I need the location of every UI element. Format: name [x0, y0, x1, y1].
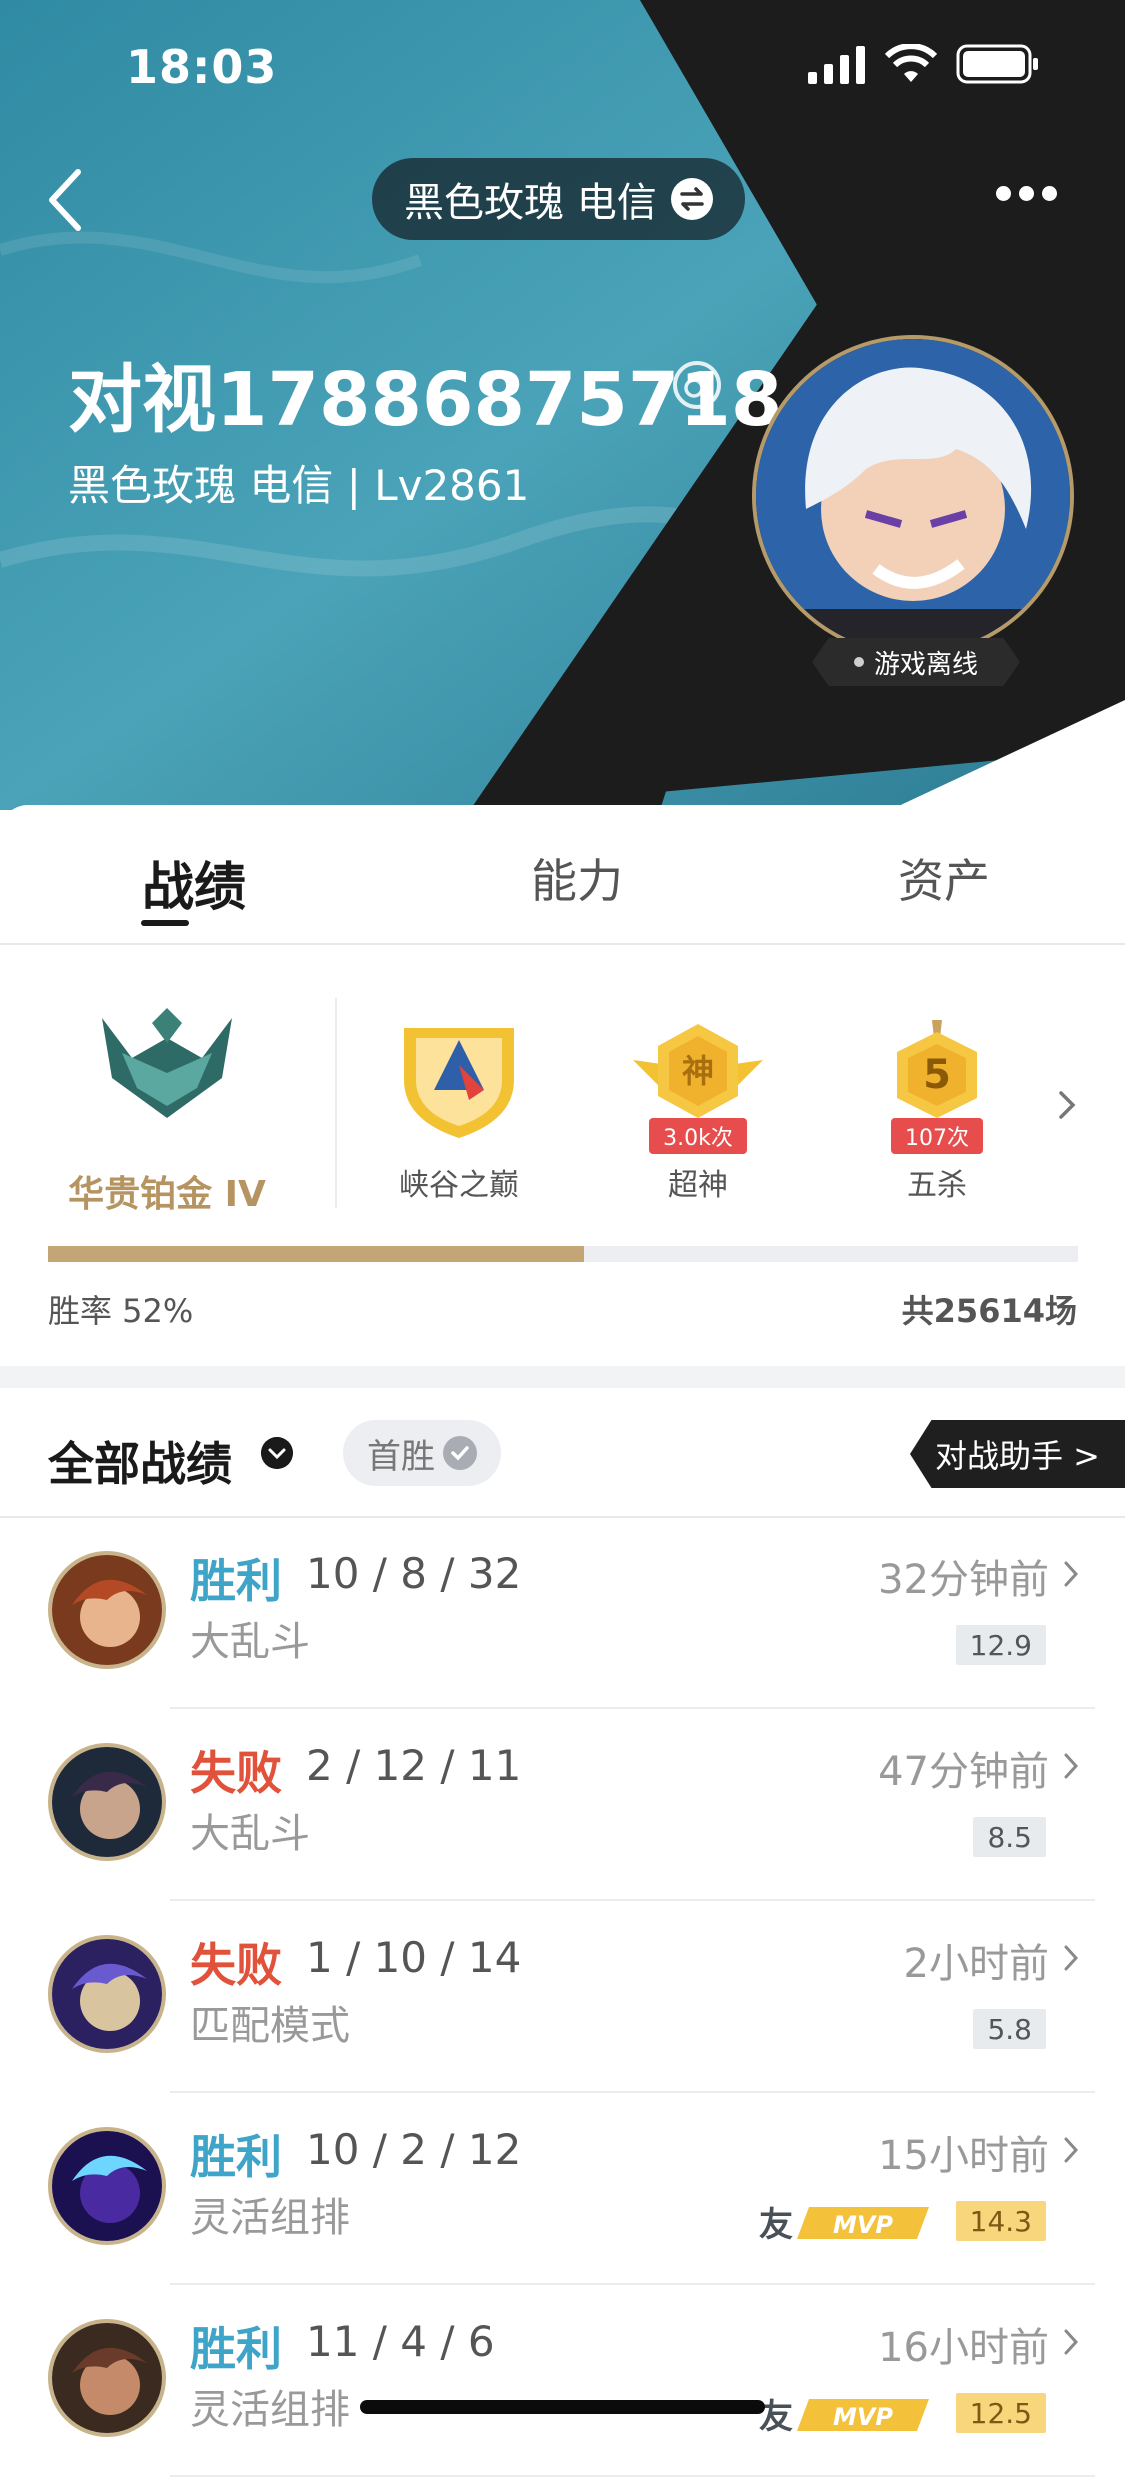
tab-assets[interactable]: 资产: [898, 845, 990, 911]
honor-label: 超神: [668, 1168, 728, 1203]
chevron-down-icon[interactable]: [261, 1437, 293, 1469]
battle-helper-button[interactable]: 对战助手 >: [910, 1420, 1125, 1488]
match-mode: 大乱斗: [190, 1811, 310, 1857]
wifi-icon: [884, 44, 938, 82]
online-status-tag: 游戏离线: [812, 638, 1020, 686]
section-separator: [0, 1366, 1125, 1388]
match-row[interactable]: 胜利 11 / 4 / 6 灵活组排 16小时前 12.5 友 MVP: [0, 2285, 1125, 2477]
win-rate-label: 胜率 52%: [48, 1292, 194, 1330]
honor-legendary[interactable]: 神 3.0k次 超神: [623, 1020, 773, 1203]
status-time: 18:03: [126, 40, 278, 94]
legendary-badge-icon: 神: [633, 1024, 763, 1118]
chevron-right-icon[interactable]: [1052, 1085, 1082, 1125]
platinum-rank-emblem-icon[interactable]: [92, 998, 242, 1128]
match-row[interactable]: 胜利 10 / 8 / 32 大乱斗 32分钟前 12.9: [0, 1517, 1125, 1709]
server-label: 黑色玫瑰 电信: [404, 180, 657, 226]
match-score: 5.8: [973, 2009, 1046, 2049]
svg-text:MVP: MVP: [833, 2211, 893, 2239]
match-result: 胜利: [190, 2130, 282, 2184]
honor-label: 五杀: [907, 1168, 967, 1203]
home-indicator: [360, 2400, 765, 2414]
svg-text:5: 5: [923, 1052, 951, 1098]
honor-summit[interactable]: 峡谷之巅: [384, 1020, 534, 1203]
match-kda: 10 / 2 / 12: [306, 2125, 522, 2174]
match-time: 15小时前: [878, 2133, 1049, 2179]
pentakill-badge-icon: 5: [897, 1020, 977, 1118]
match-score: 12.5: [955, 2393, 1046, 2433]
rank-divider: [335, 998, 337, 1208]
match-row[interactable]: 失败 1 / 10 / 14 匹配模式 2小时前 5.8: [0, 1901, 1125, 2093]
friend-mvp-badge-icon: 友 MVP: [759, 2397, 929, 2435]
match-mode: 灵活组排: [190, 2387, 350, 2433]
player-avatar[interactable]: [752, 335, 1074, 657]
tab-records[interactable]: 战绩: [142, 845, 246, 920]
tab-ability[interactable]: 能力: [531, 845, 623, 911]
hero-avatar: [48, 1551, 166, 1669]
more-options-icon[interactable]: [996, 186, 1066, 208]
chevron-right-icon: [1064, 1945, 1079, 1971]
match-time: 16小时前: [878, 2325, 1049, 2371]
match-mode: 匹配模式: [190, 2003, 350, 2049]
svg-text:神: 神: [682, 1052, 714, 1090]
player-sub-info: 黑色玫瑰 电信 | Lv2861: [68, 461, 530, 510]
match-row[interactable]: 失败 2 / 12 / 11 大乱斗 47分钟前 8.5: [0, 1709, 1125, 1901]
hero-avatar: [48, 1935, 166, 2053]
hero-avatar: [48, 2319, 166, 2437]
match-time: 47分钟前: [878, 1749, 1049, 1795]
match-kda: 11 / 4 / 6: [306, 2317, 495, 2366]
tabs-divider: [0, 943, 1125, 945]
hero-avatar: [48, 2127, 166, 2245]
win-rate-bar-fill: [48, 1246, 584, 1262]
server-switch-button[interactable]: 黑色玫瑰 电信: [372, 158, 745, 240]
match-result: 失败: [190, 1938, 282, 1992]
match-result: 失败: [190, 1746, 282, 1800]
match-row[interactable]: 胜利 10 / 2 / 12 灵活组排 15小时前 14.3 友 MVP: [0, 2093, 1125, 2285]
match-kda: 1 / 10 / 14: [306, 1933, 522, 1982]
summit-shield-icon: [404, 1028, 514, 1138]
svg-text:友: 友: [759, 2205, 793, 2243]
chevron-right-icon: [1064, 1753, 1079, 1779]
match-score: 8.5: [973, 1817, 1046, 1857]
honor-label: 峡谷之巅: [399, 1168, 519, 1203]
chevron-right-icon: [1064, 2329, 1079, 2355]
hero-avatar: [48, 1743, 166, 1861]
records-filter-label[interactable]: 全部战绩: [48, 1428, 232, 1494]
rank-name: 华贵铂金 IV: [68, 1174, 266, 1215]
honor-pentakill[interactable]: 5 107次 五杀: [862, 1020, 1012, 1203]
swap-icon: [670, 178, 713, 220]
honor-count-badge: 107次: [891, 1118, 983, 1154]
match-score: 14.3: [955, 2201, 1046, 2241]
chevron-right-icon: [1064, 1561, 1079, 1587]
match-kda: 2 / 12 / 11: [306, 1741, 522, 1790]
status-dot-icon: [853, 657, 864, 667]
match-mode: 灵活组排: [190, 2195, 350, 2241]
match-mode: 大乱斗: [190, 1619, 310, 1665]
match-result: 胜利: [190, 1554, 282, 1608]
chevron-right-icon: [1064, 2137, 1079, 2163]
match-kda: 10 / 8 / 32: [306, 1549, 522, 1598]
match-score: 12.9: [955, 1625, 1046, 1665]
check-icon: [443, 1436, 477, 1470]
male-gender-icon: [673, 361, 721, 409]
cellular-signal-icon: [808, 46, 865, 84]
honor-count-badge: 3.0k次: [649, 1118, 747, 1154]
total-games-label: 共25614场: [901, 1292, 1077, 1330]
svg-text:MVP: MVP: [833, 2403, 893, 2431]
back-chevron-icon[interactable]: [40, 160, 100, 240]
active-tab-underline: [141, 920, 189, 926]
avatar-portrait-icon: [756, 339, 1070, 653]
match-time: 2小时前: [903, 1941, 1049, 1987]
battery-icon: [956, 44, 1038, 84]
match-time: 32分钟前: [878, 1557, 1049, 1603]
match-result: 胜利: [190, 2322, 282, 2376]
friend-mvp-badge-icon: 友 MVP: [759, 2205, 929, 2243]
first-win-filter-chip[interactable]: 首胜: [343, 1420, 501, 1486]
